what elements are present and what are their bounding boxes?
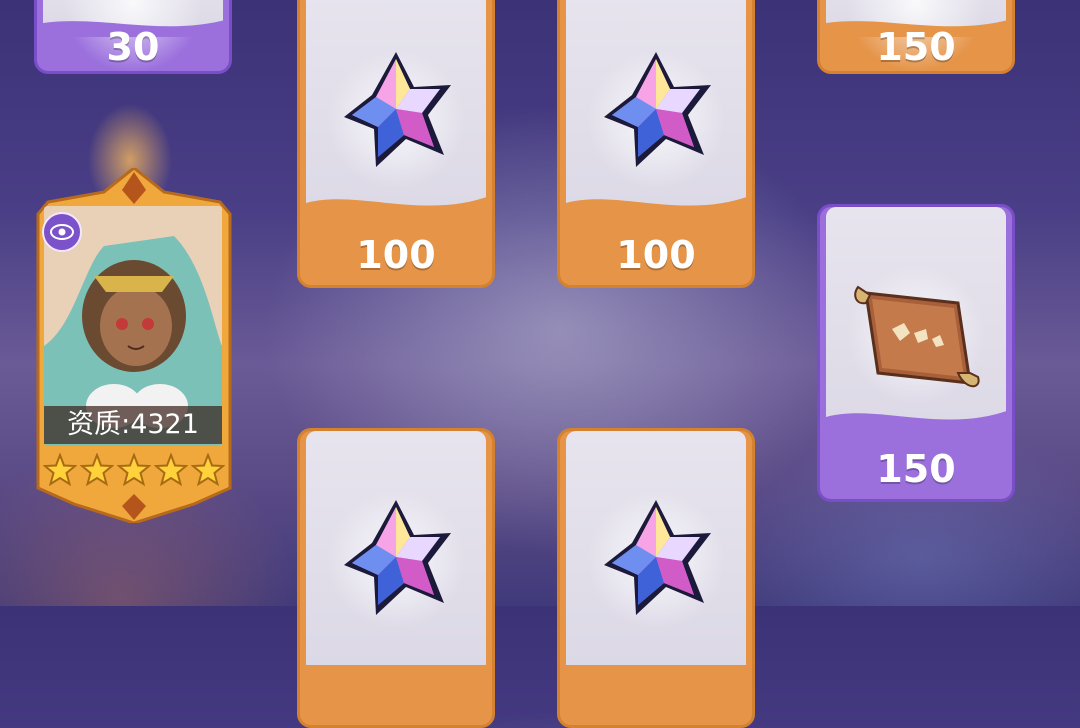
reward-card-crystal-2[interactable]: 100: [557, 0, 755, 288]
star-icon: [154, 453, 188, 487]
reward-card-scroll[interactable]: 150: [817, 204, 1015, 502]
reward-card-top-right[interactable]: 150: [817, 0, 1015, 74]
reward-card-crystal-3[interactable]: [297, 428, 495, 728]
scroll-icon: [854, 285, 980, 388]
reward-amount: 100: [356, 233, 436, 277]
card-wave: [306, 195, 492, 225]
star-icon: [80, 453, 114, 487]
hero-quality-label: 资质:4321: [44, 406, 222, 444]
hero-star-rating: [38, 453, 230, 493]
star-icon: [43, 453, 77, 487]
reward-card-crystal-4[interactable]: [557, 428, 755, 728]
reward-card-crystal-1[interactable]: 100: [297, 0, 495, 288]
reward-amount: 150: [876, 25, 956, 69]
hero-card[interactable]: 资质:4321: [34, 168, 234, 523]
reward-card-top-left[interactable]: 30: [34, 0, 232, 74]
reward-amount: 100: [616, 233, 696, 277]
star-icon: [191, 453, 225, 487]
crystal-gem-icon: [344, 52, 451, 167]
crystal-gem-icon: [604, 52, 711, 167]
star-icon: [117, 453, 151, 487]
card-wave: [566, 195, 752, 225]
card-wave: [826, 409, 1012, 439]
reward-amount: 150: [876, 447, 956, 491]
reward-amount: 30: [106, 25, 160, 69]
eye-icon: [42, 212, 82, 252]
